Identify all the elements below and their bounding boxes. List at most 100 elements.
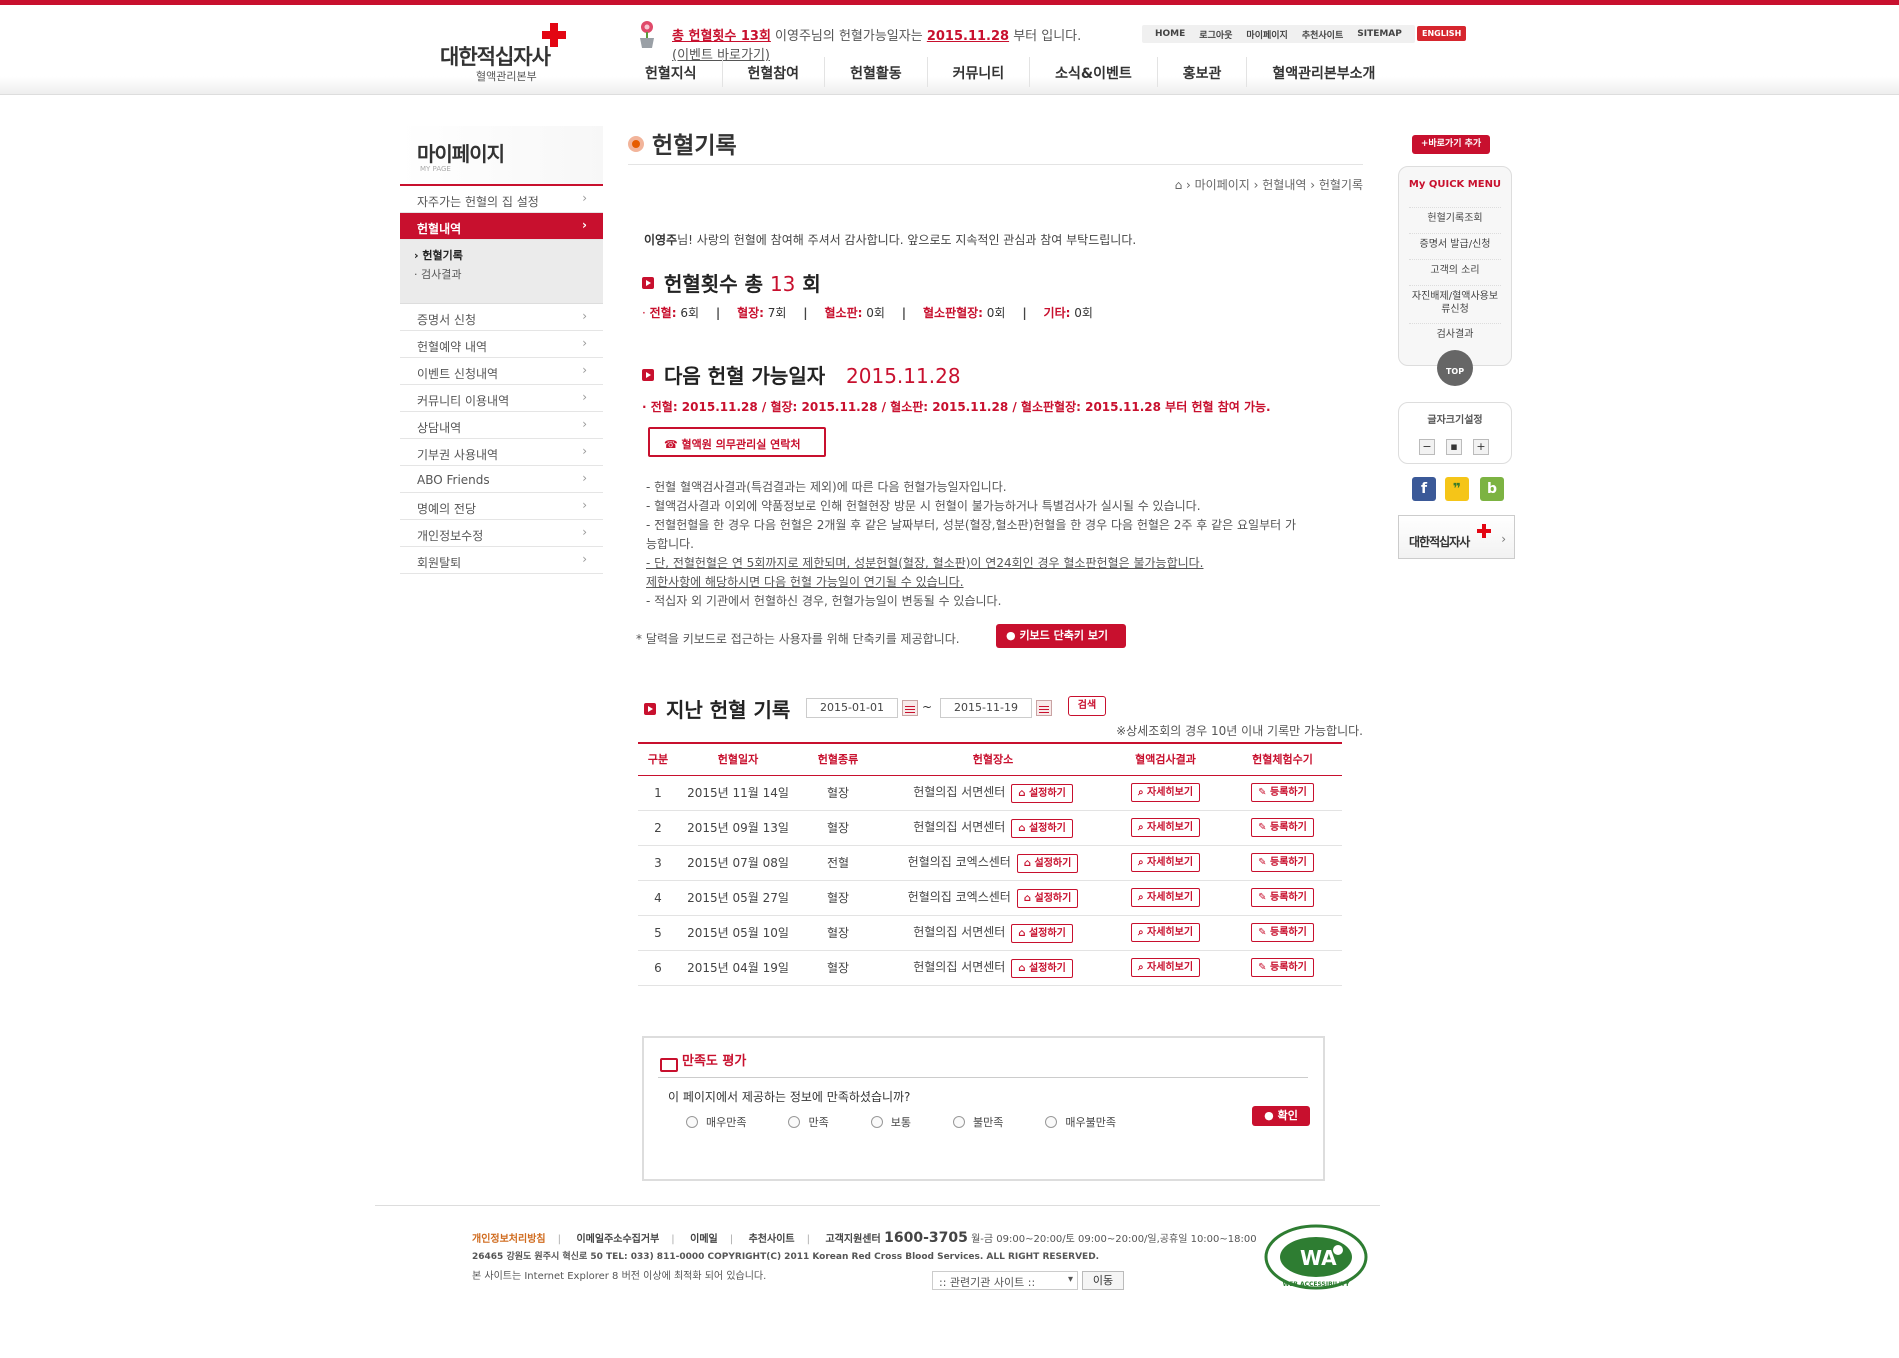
font-decrease-button[interactable]: − [1419, 439, 1435, 455]
survey-option[interactable]: 만족 [788, 1114, 829, 1130]
survey-option[interactable]: 매우만족 [686, 1114, 746, 1130]
footer-hours: 월-금 09:00~20:00/토 09:00~20:00/일,공휴일 10:0… [967, 1234, 1257, 1245]
detail-button[interactable]: ⌕ 자세히보기 [1130, 888, 1201, 907]
register-button[interactable]: ✎ 등록하기 [1251, 888, 1314, 907]
detail-button[interactable]: ⌕ 자세히보기 [1130, 923, 1201, 942]
lnb-item-event[interactable]: 이벤트 신청내역 [400, 358, 603, 385]
gnb-item-knowledge[interactable]: 헌혈지식 [620, 57, 723, 87]
lnb-title-text: 마이페이지 [417, 142, 505, 166]
set-center-button[interactable]: ⌂ 설정하기 [1011, 818, 1073, 838]
detail-button[interactable]: ⌕ 자세히보기 [1130, 818, 1201, 837]
talk-icon[interactable]: ❞ [1445, 477, 1469, 501]
register-button[interactable]: ✎ 등록하기 [1251, 783, 1314, 802]
quick-item-record[interactable]: 헌혈기록조회 [1409, 207, 1501, 225]
footer-sep: | [671, 1234, 675, 1245]
survey-option[interactable]: 보통 [870, 1114, 911, 1130]
quick-item-test-result[interactable]: 검사결과 [1409, 323, 1501, 341]
detail-button[interactable]: ⌕ 자세히보기 [1130, 958, 1201, 977]
lnb-item-voucher[interactable]: 기부권 사용내역 [400, 439, 603, 466]
font-reset-button[interactable]: ▪ [1446, 439, 1462, 455]
set-center-button[interactable]: ⌂ 설정하기 [1016, 888, 1079, 908]
gnb-item-news[interactable]: 소식&이벤트 [1030, 57, 1158, 87]
contact-button[interactable]: ☎ 혈액원 의무관리실 연락처 [648, 427, 826, 457]
gnb-item-about[interactable]: 혈액관리본부소개 [1247, 57, 1400, 87]
survey-submit-button[interactable]: ● 확인 [1252, 1106, 1310, 1126]
radio-button[interactable] [1045, 1116, 1058, 1128]
util-sitemap[interactable]: SITEMAP [1350, 29, 1409, 39]
gnb-item-community[interactable]: 커뮤니티 [928, 57, 1031, 87]
font-increase-button[interactable]: + [1473, 439, 1489, 455]
gnb-item-activity[interactable]: 헌혈활동 [825, 57, 928, 87]
search-button[interactable]: 검색 [1068, 696, 1106, 716]
lnb-item-abo-friends[interactable]: ABO Friends [400, 466, 603, 493]
cell-place: 헌혈의집 서면센터 ⌂ 설정하기 [878, 950, 1108, 986]
notice-total-count[interactable]: 총 헌혈횟수 13회 [672, 29, 771, 44]
lnb-sub-donation-record[interactable]: › 헌혈기록 [414, 246, 603, 265]
set-center-button[interactable]: ⌂ 설정하기 [1011, 923, 1073, 943]
register-button[interactable]: ✎ 등록하기 [1251, 958, 1314, 977]
site-logo[interactable]: 대한적십자사 혈액관리본부 [438, 23, 568, 85]
lnb-item-favorite-center[interactable]: 자주가는 헌혈의 집 설정 [400, 186, 603, 213]
survey-option[interactable]: 매우불만족 [1045, 1114, 1116, 1130]
radio-button[interactable] [952, 1116, 965, 1128]
detail-button[interactable]: ⌕ 자세히보기 [1130, 853, 1201, 872]
lnb-item-hall-of-fame[interactable]: 명예의 전당 [400, 493, 603, 520]
go-button[interactable]: 이동 [1082, 1271, 1124, 1290]
date-to-input[interactable]: 2015-11-19 [940, 698, 1032, 718]
english-button[interactable]: ENGLISH [1417, 26, 1467, 41]
lnb-item-reservation[interactable]: 헌혈예약 내역 [400, 331, 603, 358]
util-home[interactable]: HOME [1148, 29, 1192, 39]
cell-date: 2015년 09월 13일 [678, 810, 798, 846]
quick-item-voice[interactable]: 고객의 소리 [1409, 259, 1501, 277]
quick-item-certificate[interactable]: 증명서 발급/신청 [1409, 233, 1501, 251]
lnb-sub-test-result[interactable]: · 검사결과 [414, 265, 603, 284]
calendar-icon[interactable] [1036, 700, 1052, 716]
keyboard-shortcut-button[interactable]: ● 키보드 단축키 보기 [996, 624, 1126, 648]
gnb-item-participate[interactable]: 헌혈참여 [723, 57, 826, 87]
quick-item-self-exclusion[interactable]: 자진배제/혈액사용보류신청 [1409, 285, 1501, 316]
top-button[interactable]: TOP [1437, 350, 1473, 386]
note-line: - 전혈헌혈을 한 경우 다음 헌혈은 2개월 후 같은 날짜부터, 성분(혈장… [646, 518, 1297, 551]
register-button[interactable]: ✎ 등록하기 [1251, 853, 1314, 872]
related-sites-select[interactable]: :: 관련기관 사이트 :: [932, 1271, 1078, 1290]
add-shortcut-button[interactable]: +바로가기 추가 [1412, 135, 1490, 154]
footer-email-link[interactable]: 이메일 [690, 1234, 718, 1245]
set-center-button[interactable]: ⌂ 설정하기 [1011, 958, 1073, 978]
radio-button[interactable] [788, 1116, 801, 1128]
lnb-item-certificate[interactable]: 증명서 신청 [400, 304, 603, 331]
survey-option[interactable]: 불만족 [952, 1114, 1004, 1130]
footer-recommended-link[interactable]: 추천사이트 [749, 1234, 795, 1245]
lnb-item-withdraw[interactable]: 회원탈퇴 [400, 547, 603, 574]
footer-divider [375, 1205, 1380, 1206]
detail-button[interactable]: ⌕ 자세히보기 [1130, 783, 1201, 802]
util-mypage[interactable]: 마이페이지 [1239, 28, 1294, 41]
date-from-input[interactable]: 2015-01-01 [806, 698, 898, 718]
quick-menu: My QUICK MENU 헌혈기록조회 증명서 발급/신청 고객의 소리 자진… [1398, 166, 1512, 366]
footer-email-refuse-link[interactable]: 이메일주소수집거부 [576, 1234, 659, 1245]
radio-button[interactable] [686, 1116, 698, 1128]
set-center-button[interactable]: ⌂ 설정하기 [1016, 853, 1079, 873]
blog-icon[interactable]: b [1480, 477, 1504, 501]
util-logout[interactable]: 로그아웃 [1192, 28, 1239, 41]
lnb-item-profile[interactable]: 개인정보수정 [400, 520, 603, 547]
facebook-icon[interactable]: f [1412, 477, 1436, 501]
footer-privacy-link[interactable]: 개인정보처리방침 [472, 1234, 546, 1245]
breadcrumb[interactable]: ⌂ › 마이페이지 › 헌혈내역 › 헌혈기록 [1175, 176, 1363, 193]
redcross-banner[interactable]: 대한적십자사 › [1398, 515, 1515, 559]
calendar-icon[interactable] [902, 700, 918, 716]
set-center-button[interactable]: ⌂ 설정하기 [1011, 783, 1073, 803]
survey-option-label: 매우만족 [706, 1116, 747, 1129]
cell-type: 혈장 [798, 915, 878, 951]
lnb-item-community[interactable]: 커뮤니티 이용내역 [400, 385, 603, 412]
radio-button[interactable] [870, 1116, 883, 1128]
register-button[interactable]: ✎ 등록하기 [1251, 923, 1314, 942]
lnb-item-consult[interactable]: 상담내역 [400, 412, 603, 439]
lnb-item-donation-history[interactable]: 헌혈내역 [400, 213, 603, 240]
gnb-item-pr[interactable]: 홍보관 [1158, 57, 1248, 87]
survey-option-label: 불만족 [972, 1116, 1004, 1129]
cell-date: 2015년 05월 10일 [678, 915, 798, 951]
util-recommended[interactable]: 추천사이트 [1295, 28, 1350, 41]
register-button[interactable]: ✎ 등록하기 [1251, 818, 1314, 837]
survey-question: 이 페이지에서 제공하는 정보에 만족하셨습니까? [668, 1090, 911, 1104]
cell-type: 혈장 [798, 950, 878, 986]
